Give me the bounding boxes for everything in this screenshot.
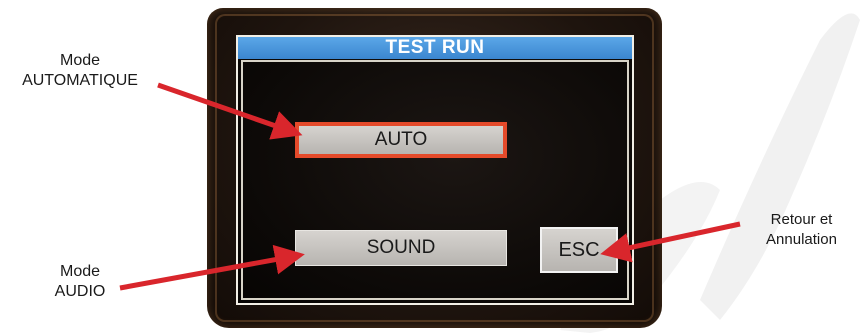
screen-title: TEST RUN	[238, 37, 632, 59]
annotation-auto: Mode AUTOMATIQUE	[0, 51, 160, 91]
annotation-audio: Mode AUDIO	[40, 262, 120, 302]
annotation-auto-line2: AUTOMATIQUE	[22, 72, 138, 89]
auto-button[interactable]: AUTO	[295, 122, 507, 158]
annotation-auto-line1: Mode	[59, 52, 101, 69]
lcd-screen: TEST RUN AUTO SOUND ESC	[236, 35, 634, 305]
annotation-audio-line1: Mode	[59, 263, 101, 280]
sound-button[interactable]: SOUND	[295, 230, 507, 266]
annotation-esc-line1: Retour et	[770, 211, 833, 228]
annotation-esc: Retour et Annulation	[738, 210, 865, 250]
annotation-esc-line2: Annulation	[766, 231, 837, 248]
annotation-audio-line2: AUDIO	[54, 283, 106, 300]
esc-button[interactable]: ESC	[540, 227, 618, 273]
